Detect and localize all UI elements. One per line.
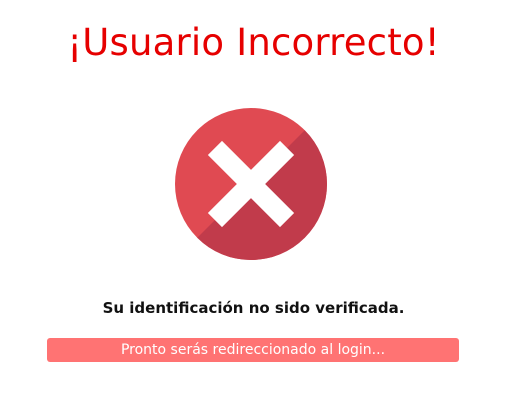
page-title: ¡Usuario Incorrecto! [67,21,440,64]
verification-message: Su identificación no sido verificada. [102,299,405,317]
redirect-notice: Pronto serás redireccionado al login... [47,338,459,362]
error-x-icon [175,108,327,260]
